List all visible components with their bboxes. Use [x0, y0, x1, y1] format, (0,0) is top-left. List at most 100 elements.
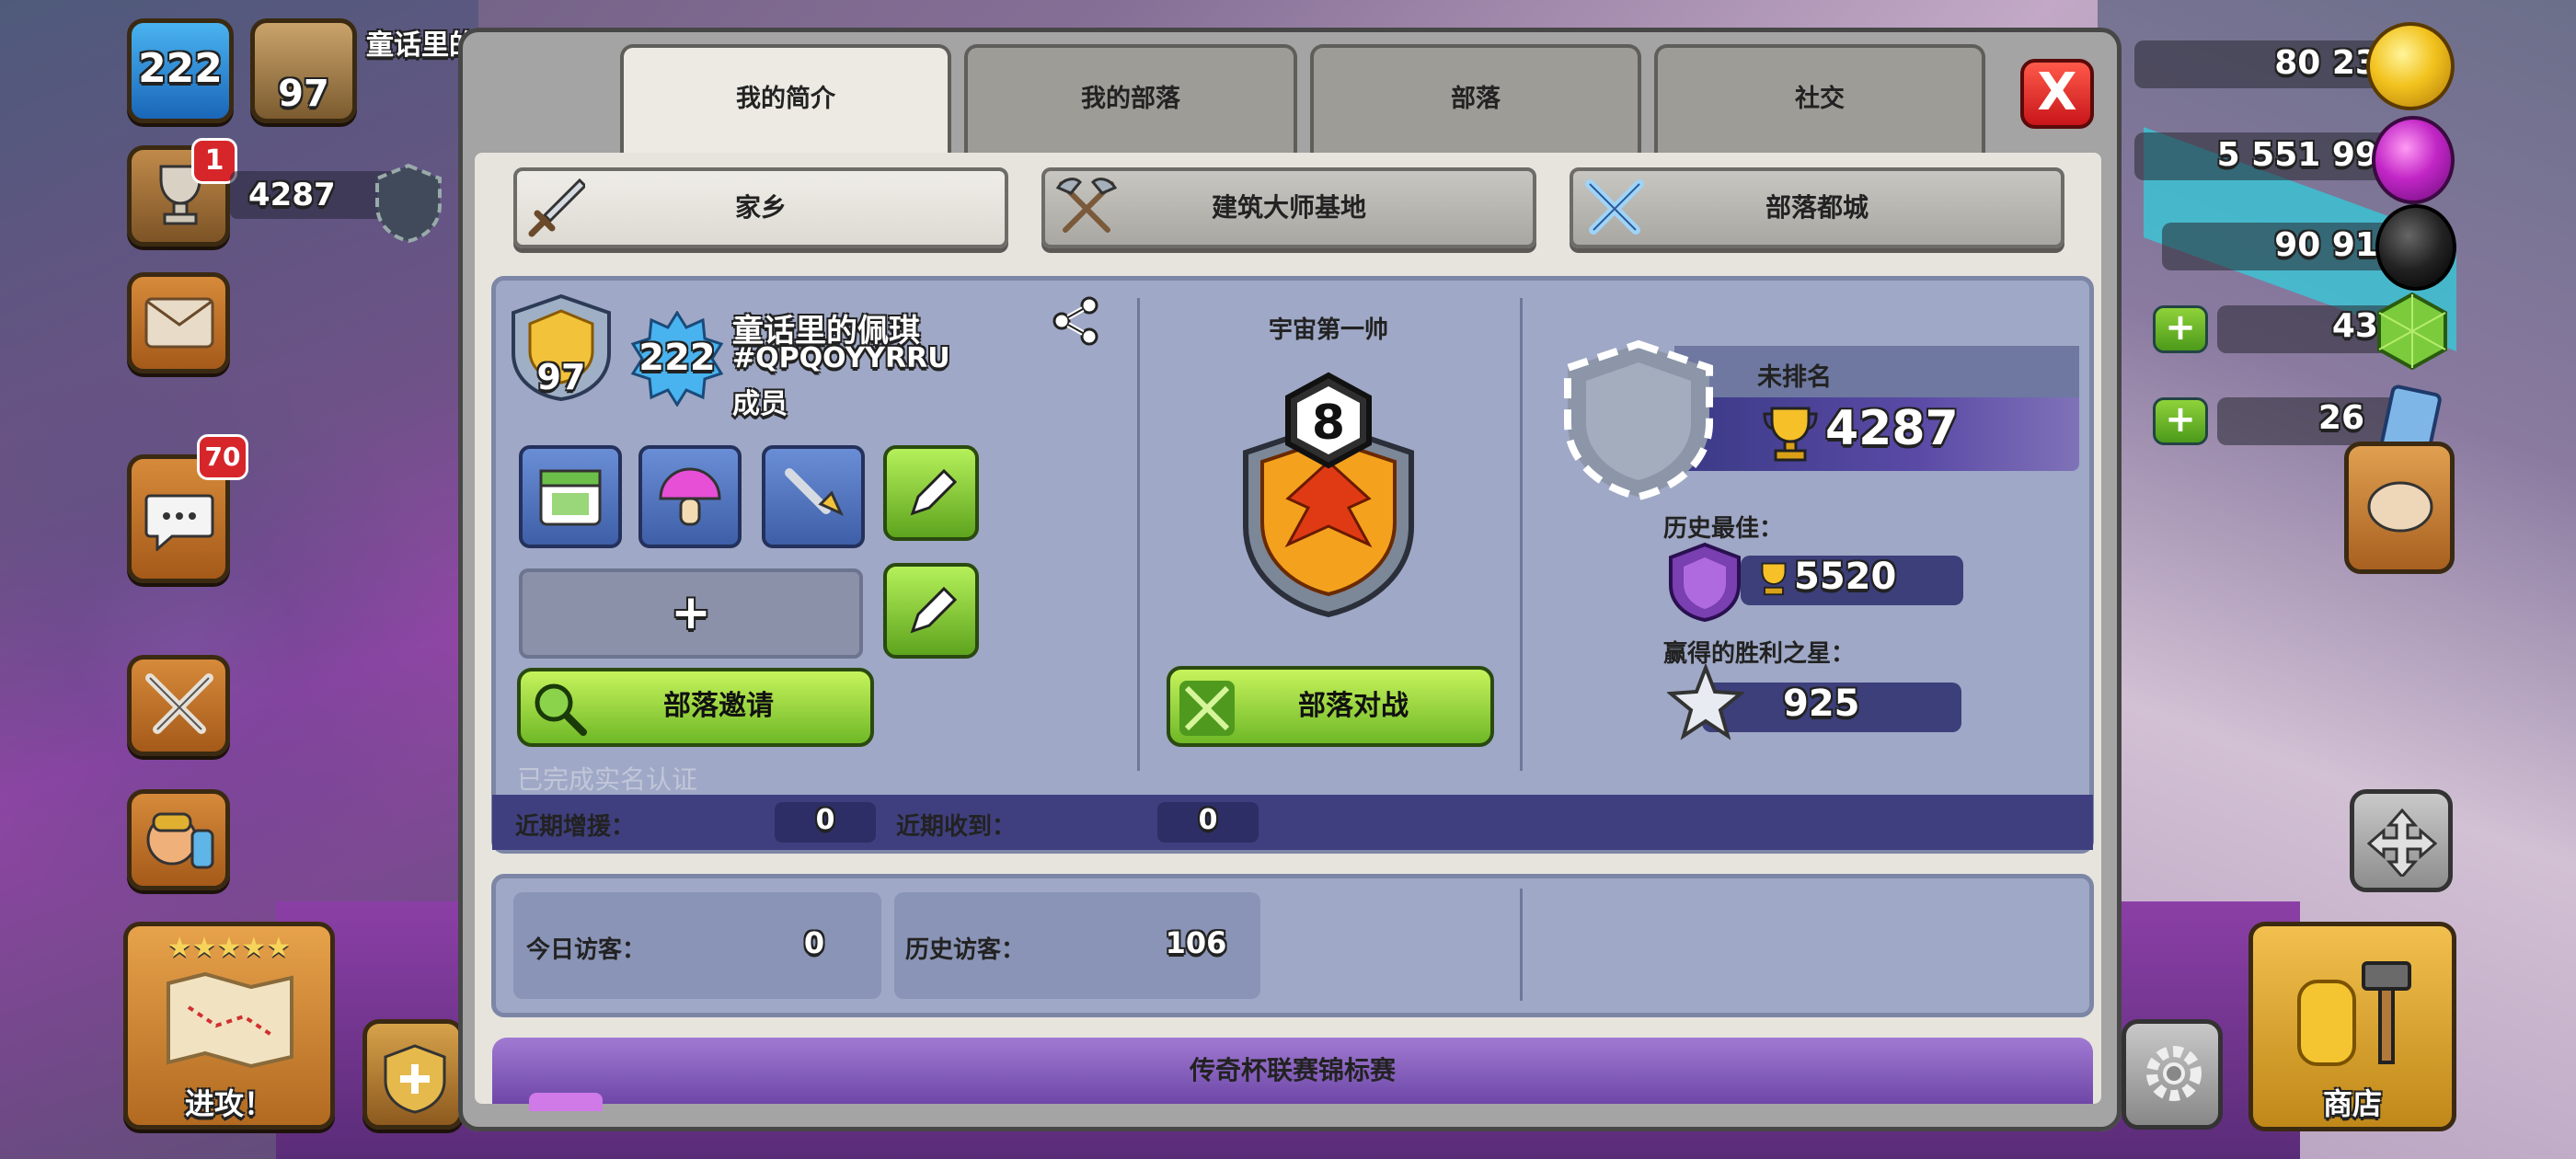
envelope-icon: [144, 297, 214, 349]
move-arrows-icon: [2367, 808, 2437, 877]
tab-my-profile[interactable]: 我的简介: [620, 44, 951, 158]
edit-layout-button[interactable]: [2350, 789, 2453, 892]
subtab-clan-capital[interactable]: 部落都城: [1570, 167, 2064, 248]
legend-league-header: 传奇杯联赛锦标赛: [492, 1038, 2093, 1111]
chat-bubble-icon: [144, 494, 214, 551]
donations-received-label: 近期收到：: [896, 813, 1017, 841]
add-slot-label: +: [671, 585, 711, 640]
subtab-builder-base-label: 建筑大师基地: [1211, 192, 1366, 223]
calendar-icon: [539, 469, 602, 526]
player-level-value: 222: [138, 45, 223, 92]
best-trophies-label: 历史最佳：: [1663, 515, 1784, 543]
league-shield-badge: 97: [508, 293, 615, 403]
donations-given-label: 近期增援：: [515, 813, 636, 841]
current-trophies: 4287: [1825, 401, 1959, 456]
gear-icon: [2146, 1046, 2202, 1101]
subtab-home-village-label: 家乡: [734, 192, 787, 223]
player-role: 成员: [732, 388, 788, 420]
mushroom-icon: [659, 467, 721, 526]
donations-given: 0: [815, 804, 835, 836]
war-star-icon: [1667, 664, 1744, 740]
empty-league-shield-icon: [375, 163, 442, 244]
total-visitors: 106: [1165, 925, 1227, 960]
attack-button[interactable]: ★★★★★ 进攻！: [123, 922, 335, 1130]
gem-icon: [2377, 293, 2447, 370]
donations-received: 0: [1198, 804, 1218, 836]
close-button[interactable]: X: [2020, 59, 2094, 129]
war-swords-icon: [1179, 681, 1235, 736]
clan-games-button[interactable]: [362, 1019, 464, 1130]
edit-banner-button[interactable]: [883, 563, 979, 659]
add-slot-button[interactable]: +: [519, 568, 863, 659]
battle-log-button[interactable]: [127, 655, 230, 756]
card-divider-1: [1137, 298, 1140, 771]
elixir-drop-icon: [2372, 116, 2455, 204]
buy-gems-button[interactable]: +: [2153, 305, 2208, 353]
pass-value: 26: [2317, 399, 2364, 437]
dark-elixir-drop-icon: [2375, 204, 2456, 291]
dagger-wing-icon: [785, 468, 845, 517]
best-trophy-icon: [1761, 562, 1787, 596]
rank-label: 未排名: [1757, 363, 1832, 392]
barbarian-potion-icon: [146, 812, 214, 869]
clan-invite-button[interactable]: 部落邀请: [517, 668, 874, 747]
attack-label: 进攻！: [184, 1086, 273, 1121]
clan-invite-label: 部落邀请: [663, 690, 774, 722]
legend-league-icon: [529, 1093, 603, 1111]
player-tag[interactable]: #QPQOYYRRU: [732, 342, 950, 374]
map-icon: [167, 971, 293, 1069]
share-icon[interactable]: [1049, 294, 1102, 348]
capital-swords-icon: [1585, 179, 1644, 235]
rank-label-bar: [1674, 346, 2079, 397]
elixir-value: 5 551 995: [2216, 136, 2401, 174]
clan-level: 8: [1311, 396, 1346, 451]
settings-button[interactable]: [2122, 1019, 2223, 1130]
subtab-clan-capital-label: 部落都城: [1765, 192, 1869, 223]
clan-name[interactable]: 宇宙第一帅: [1137, 311, 1520, 345]
legend-league-shield-icon: [1669, 542, 1741, 622]
league-badge[interactable]: 97: [250, 18, 357, 123]
best-trophies: 5520: [1794, 556, 1897, 598]
subtab-builder-base[interactable]: 建筑大师基地: [1041, 167, 1536, 248]
clan-shield-plus-icon: [384, 1044, 446, 1114]
donations-strip: [492, 795, 2093, 850]
total-visitors-label: 历史访客：: [905, 936, 1026, 964]
hud-trophy-count: 4287: [248, 177, 336, 213]
shop-label: 商店: [2322, 1086, 2382, 1121]
player-level-badge[interactable]: 222: [127, 18, 234, 123]
league-level-value: 97: [278, 73, 329, 115]
profile-league-level: 97: [536, 357, 586, 397]
army-button[interactable]: [127, 789, 230, 890]
chat-notification-badge: 70: [197, 434, 248, 480]
verification-status: 已完成实名认证: [517, 764, 698, 795]
calendar-badge-slot[interactable]: [519, 445, 622, 548]
shop-button[interactable]: 商店: [2248, 922, 2456, 1131]
subtab-home-village[interactable]: 家乡: [513, 167, 1008, 248]
hero-equipment-slot[interactable]: [762, 445, 865, 548]
builder-button[interactable]: [2344, 442, 2455, 574]
edit-decorations-button[interactable]: [883, 445, 979, 541]
mail-button[interactable]: [127, 272, 230, 373]
clan-war-label: 部落对战: [1298, 690, 1409, 722]
pencil-icon: [910, 586, 958, 634]
tab-social[interactable]: 社交: [1654, 44, 1985, 153]
gold-coin-icon: [2366, 22, 2455, 110]
mushroom-decoration-slot[interactable]: [638, 445, 742, 548]
clan-war-button[interactable]: 部落对战: [1167, 666, 1494, 747]
legend-league-title: 传奇杯联赛锦标赛: [1189, 1055, 1396, 1085]
pencil-icon: [910, 468, 958, 516]
visitors-divider: [1520, 889, 1523, 1001]
today-visitors-label: 今日访客：: [526, 936, 647, 964]
tab-clans[interactable]: 部落: [1310, 44, 1641, 153]
clan-badge[interactable]: 8: [1231, 370, 1426, 618]
buy-pass-button[interactable]: +: [2153, 397, 2208, 445]
tab-my-clan[interactable]: 我的部落: [964, 44, 1297, 153]
war-stars: 925: [1783, 683, 1860, 725]
today-visitors: 0: [803, 925, 825, 960]
coins-hammer-icon: [2297, 961, 2411, 1066]
profile-exp-level: 222: [638, 337, 716, 379]
search-magnifier-icon: [535, 683, 587, 736]
gold-trophy-icon: [1763, 407, 1818, 462]
attack-stars: ★★★★★: [167, 932, 292, 964]
sword-icon: [528, 178, 585, 237]
